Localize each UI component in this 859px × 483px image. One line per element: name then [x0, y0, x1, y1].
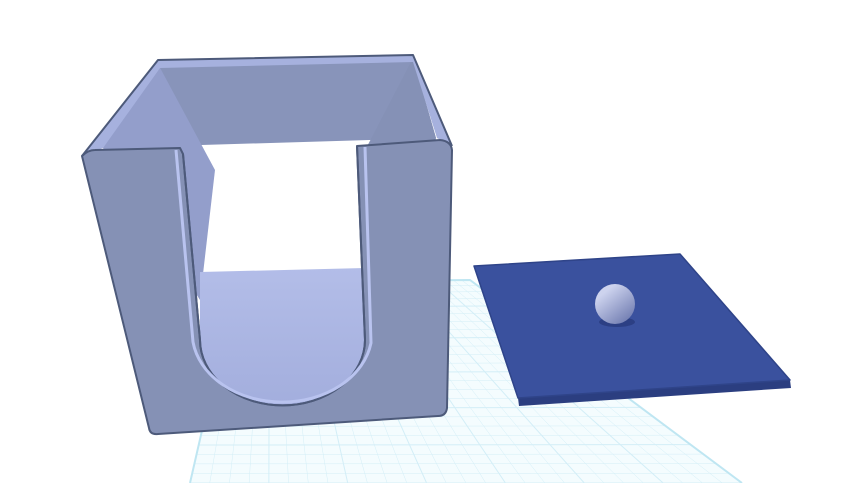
- knob-sphere-shape: [595, 284, 635, 324]
- 3d-scene[interactable]: [0, 0, 859, 483]
- lid-plate-top: [473, 253, 791, 399]
- open-box-with-u-cutout[interactable]: [81, 54, 453, 436]
- knob-sphere[interactable]: [595, 284, 635, 327]
- lid-plate[interactable]: [473, 253, 791, 406]
- 3d-viewport[interactable]: [0, 0, 859, 483]
